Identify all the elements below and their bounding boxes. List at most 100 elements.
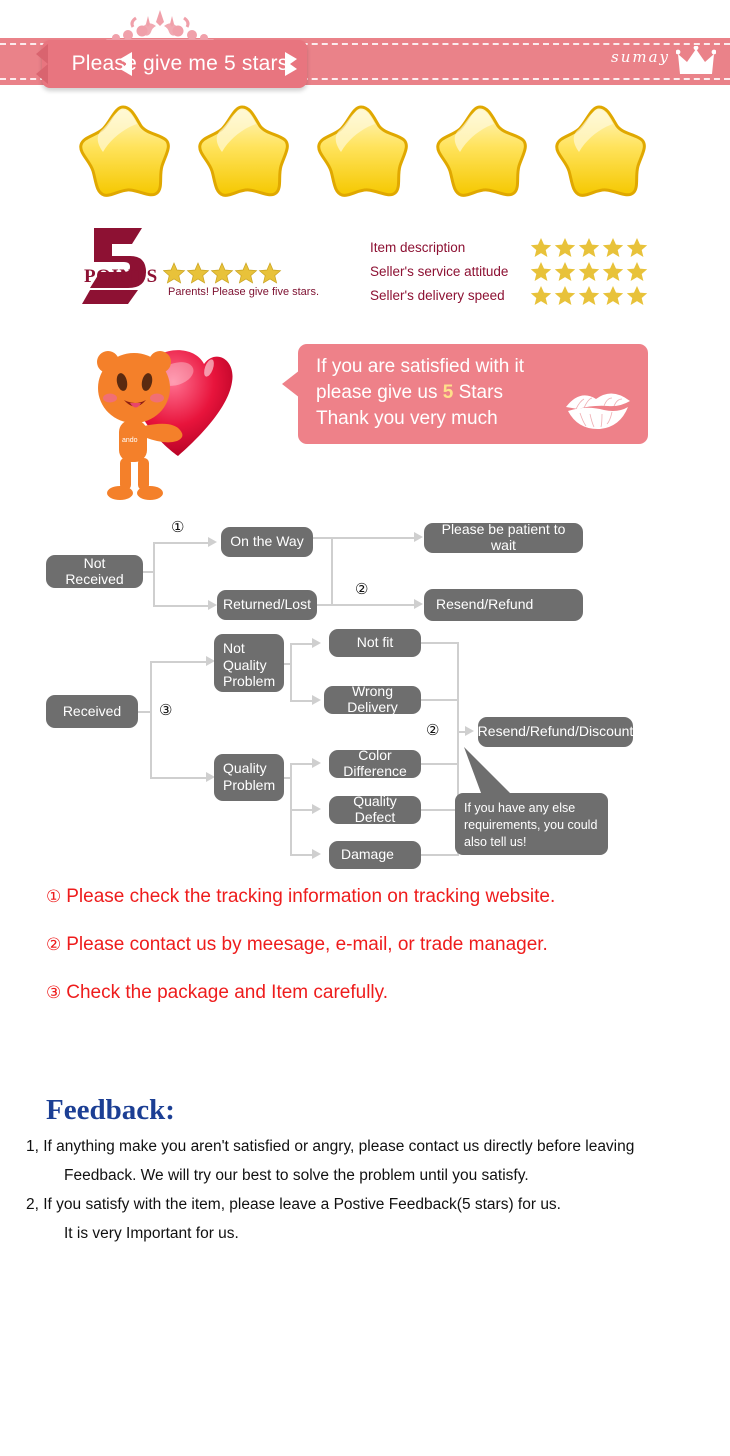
flow-node-damage-label: Damage (341, 846, 394, 863)
flow-node-on-the-way: On the Way (221, 527, 313, 557)
star-icon (198, 105, 289, 197)
flow-line (290, 700, 314, 702)
flow-line (421, 854, 459, 856)
rating-rows: Item description Seller's service attitu… (370, 237, 650, 309)
tiara-icon (106, 10, 214, 42)
ribbon-tip-left-icon (36, 44, 48, 84)
rating-star-row (530, 238, 648, 257)
flow-marker-one: ① (171, 519, 185, 536)
flow-line (421, 699, 459, 701)
flow-node-not-quality-problem-label: Not Quality Problem (223, 640, 276, 690)
flow-line (290, 854, 314, 856)
return-policy-flowchart: Not Received ① On the Way Returned/Lost … (0, 505, 730, 880)
flow-node-resend-refund-label: Resend/Refund (436, 596, 534, 613)
mascot-holding-heart-icon: ando (97, 350, 233, 500)
flow-node-received: Received (46, 695, 138, 728)
red-note-text: Please check the tracking information on… (66, 886, 556, 907)
flow-arrow (208, 600, 217, 610)
flow-node-resend-refund: Resend/Refund (424, 589, 583, 621)
brand-wordmark: sumay (611, 48, 670, 66)
lips-kiss-icon (566, 393, 630, 430)
red-note-item: ③ Check the package and Item carefully. (46, 982, 726, 1030)
feedback-line: Feedback. We will try our best to solve … (64, 1167, 529, 1184)
flow-marker-two: ② (355, 581, 369, 598)
flow-line (150, 661, 207, 663)
bubble-line2-post: Stars (458, 382, 503, 403)
page-title: Please give me 5 stars (71, 52, 289, 75)
flow-node-not-received: Not Received (46, 555, 143, 588)
star-icon (555, 105, 646, 197)
flow-callout-note: If you have any else requirements, you c… (455, 793, 608, 855)
flow-line (153, 543, 155, 607)
flow-line (150, 777, 207, 779)
bubble-line-1: If you are satisfied with it (316, 356, 525, 377)
flow-node-color-difference: Color Difference (329, 747, 421, 779)
feedback-line: 1, If anything make you aren't satisfied… (26, 1138, 635, 1155)
flow-line (284, 777, 292, 779)
big-star-rating (64, 104, 664, 200)
feedback-line: It is very Important for us. (64, 1225, 239, 1242)
flow-line (421, 642, 459, 644)
flow-line (331, 537, 416, 539)
flow-node-returned-lost: Returned/Lost (217, 590, 317, 620)
star-icon (436, 105, 527, 197)
flow-node-damage: Damage (329, 841, 421, 869)
flow-marker-three: ③ (159, 702, 173, 719)
red-note-item: ① Please check the tracking information o… (46, 886, 726, 934)
red-note-item: ② Please contact us by meesage, e-mail, o… (46, 934, 726, 982)
flow-arrow (414, 532, 423, 542)
bubble-star-count: 5 (442, 382, 454, 403)
flow-arrow (312, 849, 321, 859)
flow-arrow (312, 804, 321, 814)
rating-star-row (530, 286, 648, 305)
red-instruction-list: ① Please check the tracking information o… (46, 886, 726, 1030)
flow-line (284, 663, 292, 665)
flow-line (153, 605, 208, 607)
rating-star-row (530, 262, 648, 281)
five-points-logo-icon (82, 228, 146, 304)
flow-line (153, 542, 208, 544)
flow-line (143, 571, 155, 573)
red-note-text: Please contact us by meesage, e-mail, or… (66, 934, 548, 955)
bubble-line-3: Thank you very much (316, 408, 498, 429)
flow-node-quality-problem-label: Quality Problem (223, 760, 276, 793)
flow-arrow (208, 537, 217, 547)
rating-row: Seller's service attitude (370, 261, 650, 282)
red-note-text: Check the package and Item carefully. (66, 982, 389, 1003)
flow-line (138, 711, 150, 713)
flow-arrow (312, 758, 321, 768)
red-note-marker: ③ (46, 983, 62, 1002)
rating-label: Item description (370, 240, 466, 255)
points-subtitle: Parents! Please give five stars. (168, 286, 320, 298)
feedback-line: 2, If you satisfy with the item, please … (26, 1196, 561, 1213)
flow-arrow (414, 599, 423, 609)
flow-line (290, 809, 314, 811)
bubble-line-2: please give us 5 Stars (316, 380, 503, 405)
flow-line (421, 809, 459, 811)
flow-node-wrong-delivery: Wrong Delivery (324, 683, 421, 715)
rating-row: Item description (370, 237, 650, 258)
flow-line (317, 604, 416, 606)
red-note-marker: ② (46, 935, 62, 954)
flow-arrow (312, 695, 321, 705)
flow-arrow (465, 726, 474, 736)
bubble-tail (282, 370, 300, 398)
star-icon (79, 105, 170, 197)
flow-node-quality-defect: Quality Defect (329, 793, 421, 825)
flow-line (290, 763, 314, 765)
star-icon (317, 105, 408, 197)
points-word: POINTS (84, 266, 158, 287)
flow-node-please-wait: Please be patient to wait (424, 521, 583, 553)
flow-line (313, 537, 333, 539)
flow-line (290, 643, 314, 645)
feedback-lines: 1, If anything make you aren't satisfied… (26, 1138, 726, 1254)
flow-line (290, 643, 292, 701)
crown-icon (676, 46, 716, 74)
feedback-heading: Feedback: (46, 1094, 175, 1126)
bubble-line2-pre: please give us (316, 382, 438, 403)
flow-line (421, 763, 459, 765)
rating-label: Seller's delivery speed (370, 288, 505, 303)
flow-line (331, 537, 333, 605)
svg-text:ando: ando (122, 437, 138, 444)
red-note-marker: ① (46, 887, 62, 906)
